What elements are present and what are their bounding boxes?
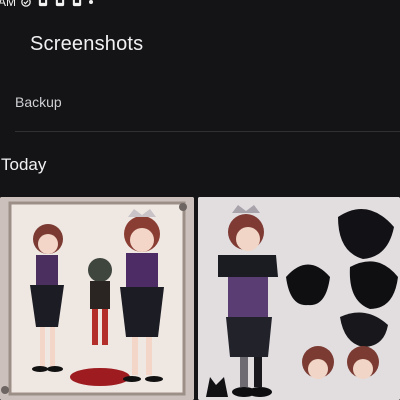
status-icons [20, 0, 93, 7]
check-circle-icon [21, 0, 31, 7]
notification-icon [38, 0, 48, 7]
artwork-image [0, 197, 194, 400]
more-dot-icon [89, 0, 93, 4]
status-time: AM [0, 0, 16, 9]
notification-icon [72, 0, 82, 7]
divider [15, 131, 400, 132]
screenshot-thumbnail-2[interactable] [198, 197, 400, 400]
status-bar: AM [0, 0, 400, 10]
artwork-image [198, 197, 400, 400]
page-title: Screenshots [30, 33, 144, 55]
notification-icon [55, 0, 65, 7]
backup-link[interactable]: Backup [15, 94, 62, 110]
section-heading-today: Today [1, 155, 47, 174]
screenshot-thumbnail-1[interactable] [0, 197, 194, 400]
